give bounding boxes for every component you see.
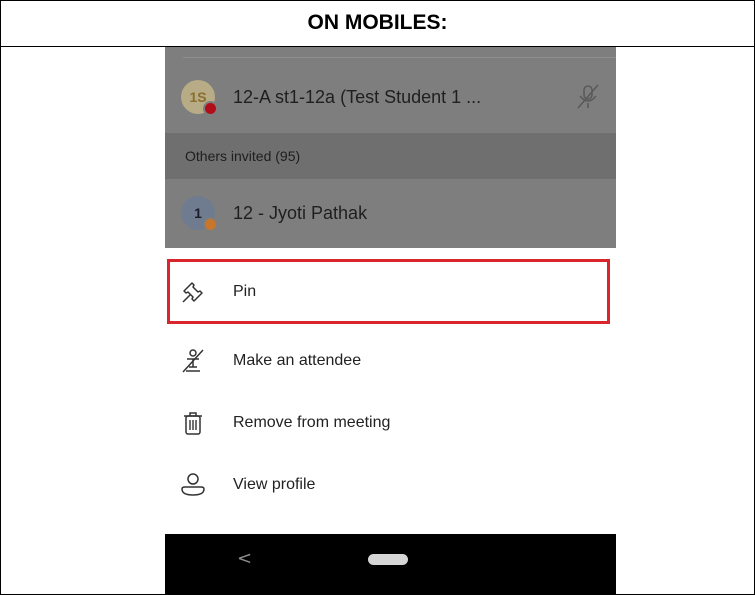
person-icon [181, 473, 205, 496]
divider [183, 57, 616, 58]
menu-item-make-attendee[interactable]: Make an attendee [165, 330, 616, 392]
avatar: 1 [181, 196, 218, 232]
participant-name: 12 - Jyoti Pathak [233, 202, 368, 223]
others-invited-section: Others invited (95) [165, 133, 616, 179]
avatar: 1S [181, 80, 218, 116]
menu-item-view-profile[interactable]: View profile [165, 454, 616, 516]
avatar-initials: 1 [194, 205, 202, 221]
status-dot [203, 217, 218, 232]
participant-row[interactable]: 1S 12-A st1-12a (Test Student 1 ... [165, 79, 616, 116]
highlight-box [167, 259, 610, 324]
trash-icon [184, 412, 202, 435]
header-title: ON MOBILES: [307, 11, 448, 34]
menu-item-remove[interactable]: Remove from meeting [165, 392, 616, 454]
participant-name: 12-A st1-12a (Test Student 1 ... [233, 86, 482, 107]
menu-item-label: Make an attendee [233, 352, 362, 369]
menu-item-label: Remove from meeting [233, 414, 391, 431]
mic-muted-icon [577, 84, 599, 109]
participants-panel-dimmed: 1S 12-A st1-12a (Test Student 1 ... Othe… [165, 47, 616, 248]
back-icon[interactable]: < [237, 548, 252, 569]
status-dot [203, 101, 218, 116]
menu-item-label: View profile [233, 476, 316, 493]
section-label: Others invited (95) [185, 148, 301, 164]
participant-row[interactable]: 1 12 - Jyoti Pathak [165, 195, 616, 232]
android-nav-bar: < [165, 534, 616, 595]
home-pill-icon[interactable] [368, 554, 408, 565]
header-bar: ON MOBILES: [0, 0, 755, 47]
phone-screen: 1S 12-A st1-12a (Test Student 1 ... Othe… [165, 47, 616, 595]
make-attendee-icon [182, 349, 204, 373]
